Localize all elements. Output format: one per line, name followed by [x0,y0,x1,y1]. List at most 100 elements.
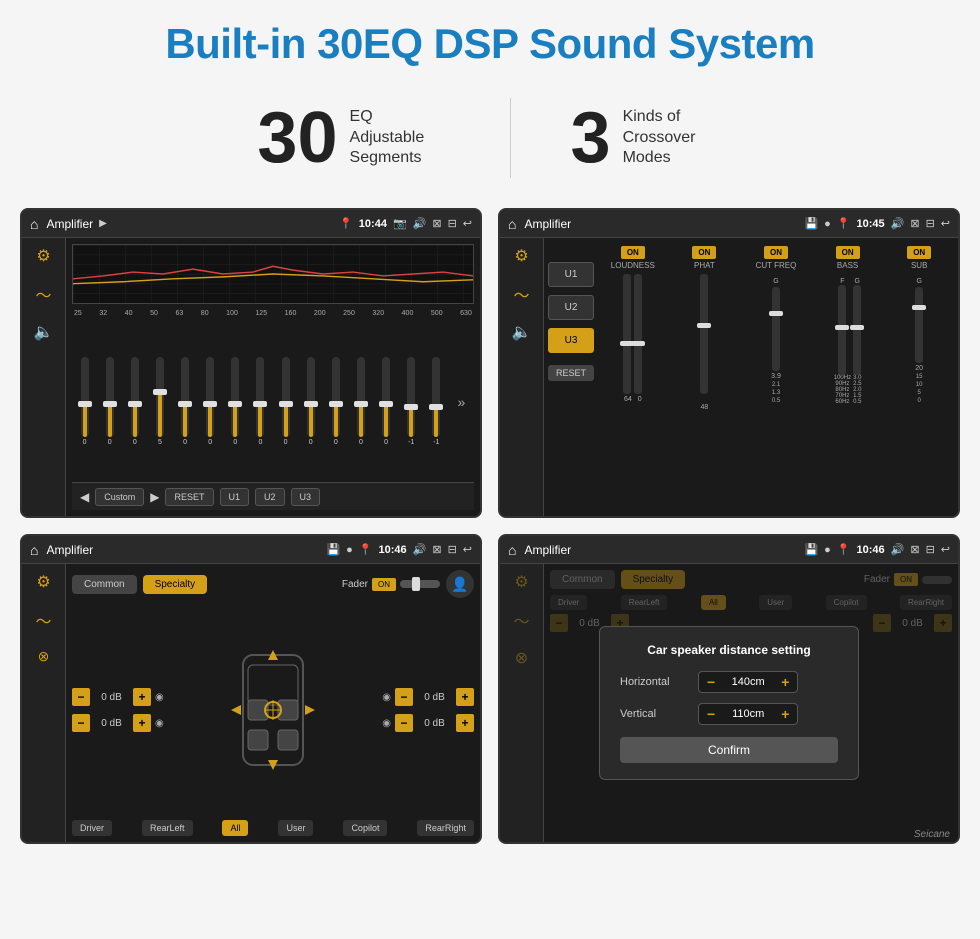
fl-plus-btn[interactable]: + [133,688,151,706]
fr-speaker-icon: ◉ [382,692,391,703]
wave-icon-3[interactable]: 〜 [35,608,51,632]
eq-icon-2[interactable]: ⚙ [514,246,528,266]
vertical-row: Vertical − 110cm + [620,703,838,725]
copilot-btn[interactable]: Copilot [343,820,387,836]
rr-plus-btn[interactable]: + [456,714,474,732]
vertical-input: − 110cm + [698,703,798,725]
u2-selector[interactable]: U2 [548,295,594,320]
next-arrow[interactable]: ▶ [150,490,159,504]
eq-slider-11[interactable]: 0 [332,357,340,446]
confirm-button[interactable]: Confirm [620,737,838,763]
profile-icon: 👤 [446,570,474,598]
speaker-icon-2[interactable]: 🔈 [512,322,532,342]
eq-slider-6[interactable]: 0 [206,357,214,446]
home-icon-4[interactable]: ⌂ [508,542,516,558]
eq-slider-14[interactable]: -1 [407,357,415,446]
prev-arrow[interactable]: ◀ [80,490,89,504]
crossover-reset-btn[interactable]: RESET [548,365,594,381]
fr-minus-btn[interactable]: − [395,688,413,706]
eq-slider-1[interactable]: 0 [81,357,89,446]
bg-common-tab: Common [550,570,615,589]
sub-on-btn[interactable]: ON [907,246,931,259]
phat-label: PHAT [694,261,715,270]
screen2-time: 10:45 [857,218,885,230]
bt-icon-3[interactable]: ⊗ [38,648,50,665]
driver-btn[interactable]: Driver [72,820,112,836]
eq-slider-10[interactable]: 0 [307,357,315,446]
freq-40: 40 [125,310,133,317]
u1-btn[interactable]: U1 [220,488,250,506]
vertical-minus-btn[interactable]: − [703,706,719,722]
back-icon[interactable]: ↩ [463,217,472,230]
u3-btn[interactable]: U3 [291,488,321,506]
common-tab[interactable]: Common [72,575,137,594]
specialty-tab[interactable]: Specialty [143,575,208,594]
eq-slider-9[interactable]: 0 [282,357,290,446]
screen4-topbar: ⌂ Amplifier 💾 ● 📍 10:46 🔊 ⊠ ⊟ ↩ [500,536,958,564]
u3-selector[interactable]: U3 [548,328,594,353]
channel-strips: ON LOUDNESS 64 [598,242,954,512]
user-btn[interactable]: User [278,820,313,836]
eq-slider-8[interactable]: 0 [256,357,264,446]
speaker-icon[interactable]: 🔈 [34,322,54,342]
rl-plus-btn[interactable]: + [133,714,151,732]
home-icon-3[interactable]: ⌂ [30,542,38,558]
horizontal-plus-btn[interactable]: + [777,674,793,690]
stat-eq-number: 30 [257,102,337,174]
all-btn[interactable]: All [222,820,248,836]
rr-db-control: ◉ − 0 dB + [382,714,474,732]
u1-selector[interactable]: U1 [548,262,594,287]
eq-slider-7[interactable]: 0 [231,357,239,446]
rearright-btn[interactable]: RearRight [417,820,474,836]
reset-btn[interactable]: RESET [165,488,213,506]
u2-btn[interactable]: U2 [255,488,285,506]
rr-minus-btn[interactable]: − [395,714,413,732]
fl-db-value: 0 dB [94,692,129,703]
wave-icon[interactable]: 〜 [35,282,51,306]
fr-plus-btn[interactable]: + [456,688,474,706]
bt-icon-4[interactable]: ⊗ [515,648,528,668]
back-icon-2[interactable]: ↩ [941,217,950,230]
rl-minus-btn[interactable]: − [72,714,90,732]
location-icon: 📍 [339,217,353,230]
vertical-plus-btn[interactable]: + [777,706,793,722]
eq-icon-3[interactable]: ⚙ [36,572,50,592]
scroll-right-icon[interactable]: » [457,394,465,410]
wave-icon-2[interactable]: 〜 [513,282,529,306]
nav-icon-3: ⊟ [448,543,457,556]
bass-on-btn[interactable]: ON [836,246,860,259]
eq-slider-12[interactable]: 0 [357,357,365,446]
rearleft-btn[interactable]: RearLeft [142,820,193,836]
fader-slider[interactable] [400,580,440,588]
back-icon-3[interactable]: ↩ [463,543,472,556]
play-icon[interactable]: ▶ [99,218,107,229]
eq-slider-5[interactable]: 0 [181,357,189,446]
loudness-on-btn[interactable]: ON [621,246,645,259]
phat-on-btn[interactable]: ON [692,246,716,259]
horizontal-minus-btn[interactable]: − [703,674,719,690]
eq-slider-15[interactable]: -1 [432,357,440,446]
wave-icon-4[interactable]: 〜 [513,608,529,632]
fader-on-btn[interactable]: ON [372,578,396,591]
eq-icon-4[interactable]: ⚙ [514,572,528,592]
eq-slider-2[interactable]: 0 [106,357,114,446]
home-icon-2[interactable]: ⌂ [508,216,516,232]
freq-500: 500 [431,310,443,317]
dot-icon-4: ● [824,544,831,556]
freq-63: 63 [175,310,183,317]
screen1-eq-area: 25 32 40 50 63 80 100 125 160 200 250 32… [66,238,480,516]
cutfreq-on-btn[interactable]: ON [764,246,788,259]
home-icon[interactable]: ⌂ [30,216,38,232]
screen3-title: Amplifier [46,543,93,557]
eq-icon[interactable]: ⚙ [36,246,50,266]
screen3-eq-area: Common Specialty Fader ON 👤 [66,564,480,842]
volume-icon-2: 🔊 [891,217,905,230]
fl-minus-btn[interactable]: − [72,688,90,706]
stat-crossover-label: Kinds of Crossover Modes [623,107,723,169]
eq-slider-3[interactable]: 0 [131,357,139,446]
screen4-body: ⚙ 〜 ⊗ Common Specialty Fader ON Driver [500,564,958,842]
eq-slider-13[interactable]: 0 [382,357,390,446]
right-db-controls: ◉ − 0 dB + ◉ − 0 dB + [382,606,474,814]
eq-slider-4[interactable]: 5 [156,357,164,446]
back-icon-4[interactable]: ↩ [941,543,950,556]
